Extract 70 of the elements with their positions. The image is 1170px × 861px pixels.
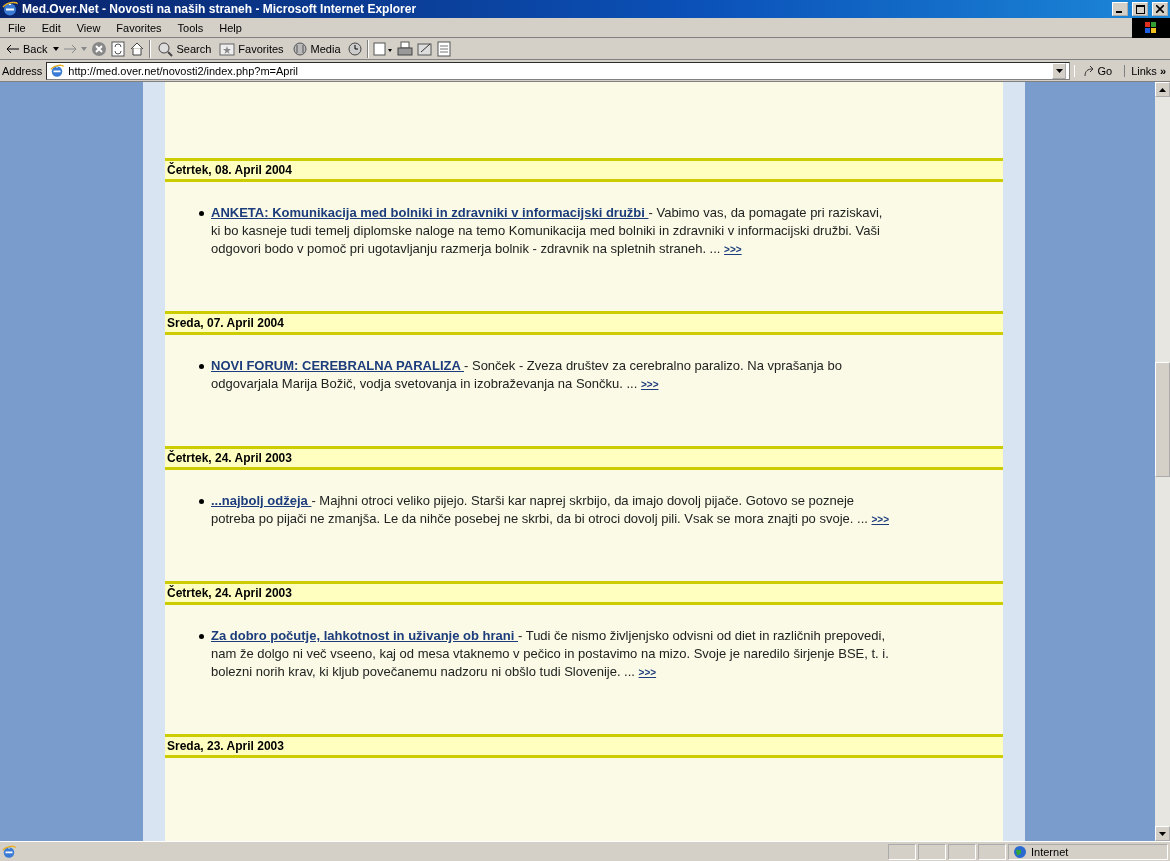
go-arrow-icon (1083, 64, 1096, 77)
scroll-down-button[interactable] (1155, 826, 1170, 841)
history-icon[interactable] (346, 40, 363, 57)
bullet-icon (199, 634, 204, 639)
news-text: Za dobro počutje, lahkotnost in uživanje ob hrani - Tudi če nismo življenjsko odvisni od diet in različnih prepovedi, nam že dolgo ni več vseeno, kaj od mesa vtaknemo v pečico in postavimo na mizo. Svoje je naredilo širjenje BSE, t. i. bolezni norih krav, ki kljub povečanemu nadzoru ni obšlo tudi Slovenije. ... >>> (211, 627, 890, 681)
star-folder-icon (219, 41, 236, 56)
media-button[interactable]: Media (289, 40, 343, 57)
print-icon[interactable] (396, 40, 413, 57)
globe-icon (1013, 844, 1027, 859)
news-text: ANKETA: Komunikacija med bolniki in zdravniki v informacijski družbi - Vabimo vas, da pomagate pri raziskavi, ki bo kasneje tudi temelj diplomske naloge na temo Komunikacija med bolniki in zdravniki v informacijski družbi. Vaši odgovori bodo v pomoč pri ugotavljanju razmerja bolnik - zdravnik na spletnih straneh. ... >>> (211, 204, 884, 258)
refresh-icon[interactable] (111, 40, 126, 57)
links-button[interactable]: Links » (1124, 64, 1168, 77)
status-pane (888, 843, 916, 860)
menu-item[interactable]: Edit (33, 19, 69, 36)
back-arrow-icon (6, 43, 20, 54)
maximize-icon (1135, 4, 1145, 14)
menu-item[interactable]: Help (211, 19, 250, 36)
close-icon (1156, 5, 1164, 13)
date-header: Sreda, 07. April 2004 (165, 311, 1003, 335)
date-header: Sreda, 23. April 2003 (165, 734, 1003, 758)
go-button[interactable]: Go (1074, 64, 1121, 77)
back-button[interactable]: Back (4, 42, 50, 55)
scroll-up-button[interactable] (1155, 82, 1170, 97)
document-icon[interactable] (436, 40, 451, 57)
menu-item[interactable]: View (68, 19, 109, 36)
more-link[interactable]: >>> (641, 379, 659, 390)
date-header: Četrtek, 24. April 2003 (165, 446, 1003, 470)
status-pane (978, 843, 1006, 860)
address-label: Address (2, 64, 43, 77)
news-link[interactable]: ANKETA: Komunikacija med bolniki in zdravniki v informacijski družbi (211, 205, 649, 220)
date-header: Četrtek, 24. April 2003 (165, 581, 1003, 605)
stop-icon[interactable] (91, 40, 108, 57)
news-link[interactable]: Za dobro počutje, lahkotnost in uživanje ob hrani (211, 628, 518, 643)
zone-label: Internet (1031, 845, 1069, 858)
bullet-icon (199, 211, 204, 216)
status-pane (918, 843, 946, 860)
more-link[interactable]: >>> (871, 514, 890, 525)
favorites-button[interactable]: Favorites (217, 41, 286, 56)
menu-item[interactable]: File (0, 19, 34, 36)
date-header: Četrtek, 08. April 2004 (165, 158, 1003, 182)
news-link[interactable]: ...najbolj odžeja (211, 493, 312, 508)
close-button[interactable] (1152, 2, 1168, 16)
dropdown-icon[interactable] (1052, 62, 1067, 79)
page-icon (50, 63, 65, 78)
menu-item[interactable]: Favorites (108, 19, 170, 36)
bullet-icon (199, 364, 204, 369)
home-icon[interactable] (129, 40, 146, 57)
browser-icon (2, 1, 18, 17)
news-link[interactable]: NOVI FORUM: CEREBRALNA PARALIZA (211, 358, 464, 373)
window-title: Med.Over.Net - Novosti na naših straneh - Microsoft Internet Explorer (22, 2, 418, 16)
page-icon (2, 844, 16, 859)
down-arrow-icon (1159, 831, 1166, 836)
edit-icon[interactable] (416, 40, 433, 57)
windows-logo-icon (1132, 17, 1170, 38)
up-arrow-icon (1159, 87, 1166, 92)
media-icon (291, 40, 308, 57)
news-text: ...najbolj odžeja - Majhni otroci veliko pijejo. Starši kar naprej skrbijo, da imajo dovolj pijače. Gotovo se pozneje potreba po pijači ne zmanjša. Le da nihče posebej ne skrbi, da bi otroci dovolj pili. Vsak se mora znajti po svoje. ... >>> (211, 492, 891, 528)
status-pane (948, 843, 976, 860)
more-link[interactable]: >>> (638, 667, 657, 678)
menu-item[interactable]: Tools (169, 19, 212, 36)
more-link[interactable]: >>> (724, 244, 742, 255)
search-icon (157, 40, 174, 57)
maximize-button[interactable] (1132, 2, 1148, 16)
bullet-icon (199, 499, 204, 504)
minimize-button[interactable] (1112, 2, 1128, 16)
scrollbar-thumb[interactable] (1155, 362, 1170, 477)
news-text: NOVI FORUM: CEREBRALNA PARALIZA - Sonček - Zveza društev za cerebralno paralizo. Na vprašanja bo odgovarjala Marija Božič, vodja svetovanja in izobraževanja na Sončku. ... >>> (211, 357, 843, 393)
dropdown-icon[interactable] (53, 46, 60, 51)
address-field[interactable]: http://med.over.net/novosti2/index.php?m=April (46, 61, 1071, 80)
search-button[interactable]: Search (155, 40, 214, 57)
